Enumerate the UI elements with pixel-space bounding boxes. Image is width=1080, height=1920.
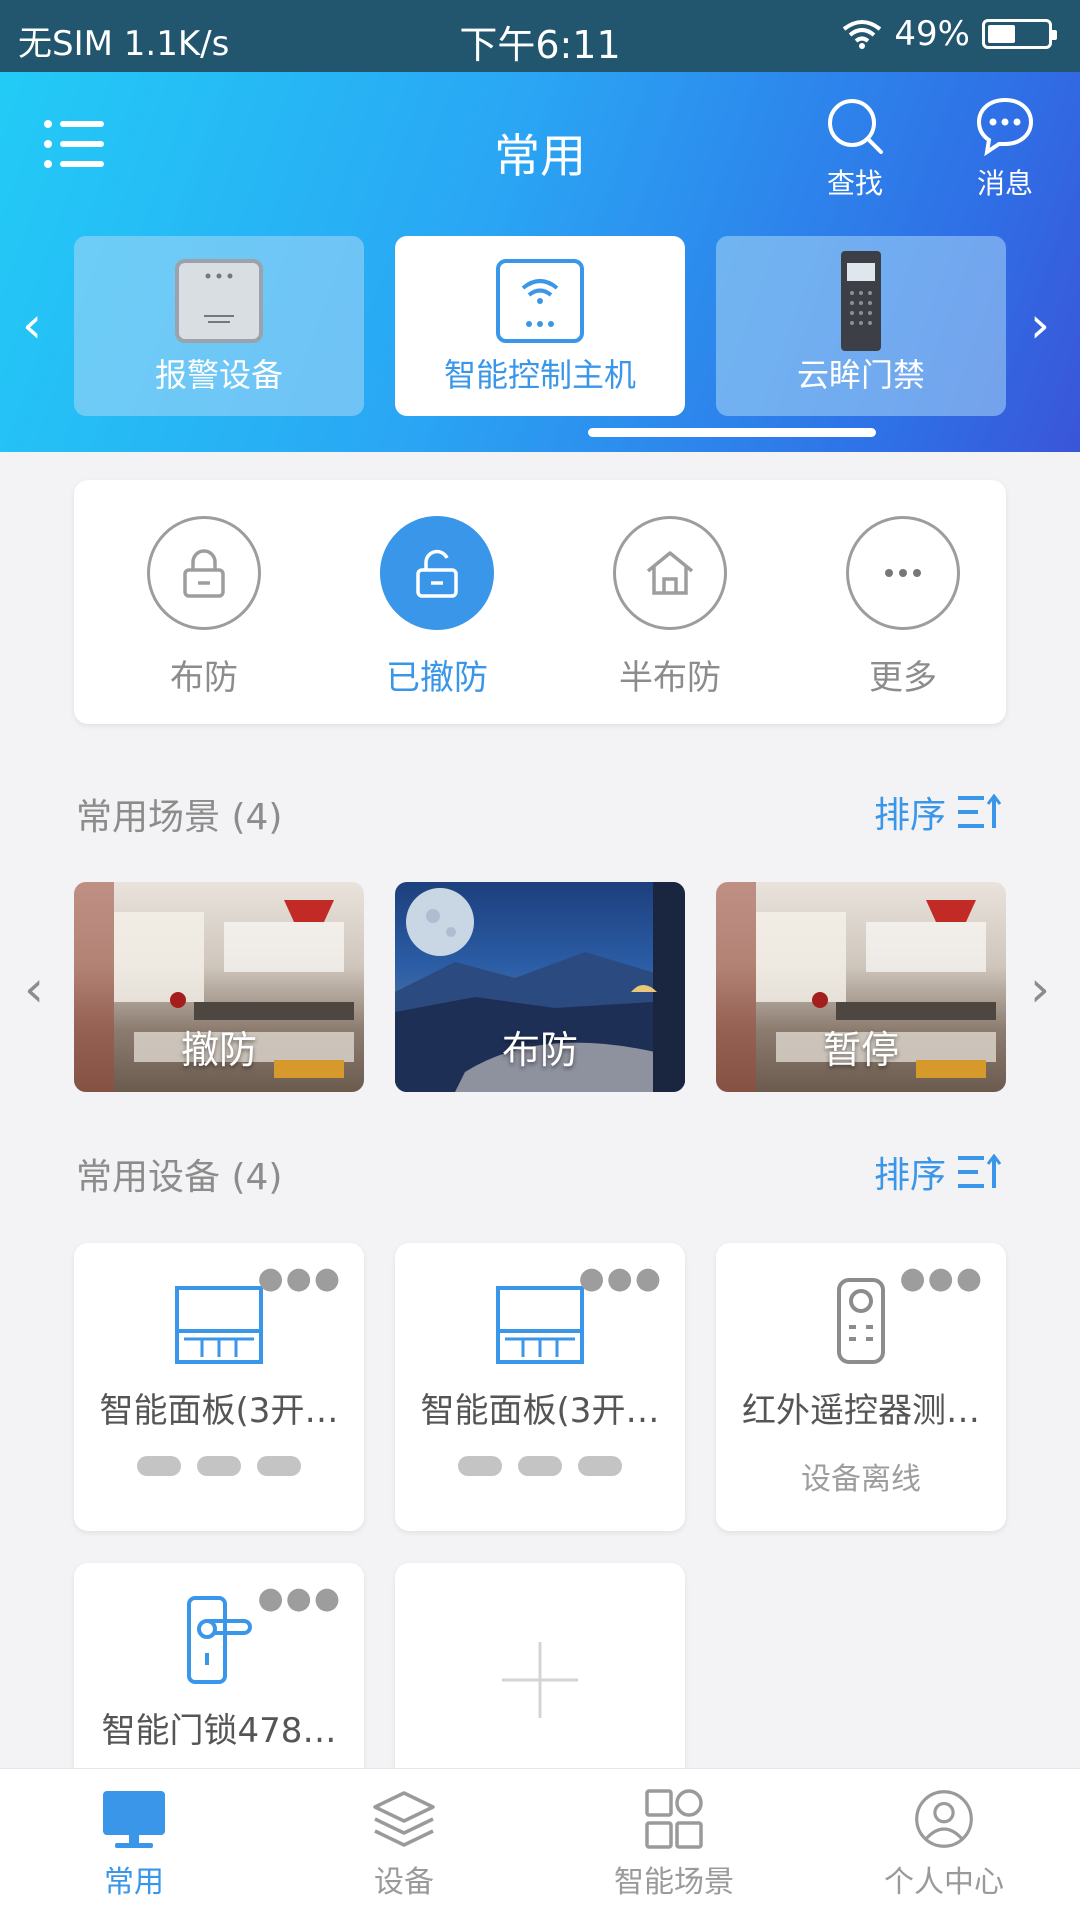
device-type-carousel: ‹ 报警设备 智能控制主机 云眸门禁 › [0,236,1080,421]
scenes-section-title: 常用场景 (4) [76,797,283,838]
devices-sort-button[interactable]: 排序 [874,1146,1002,1198]
tab-label: 智能场景 [614,1865,734,1900]
bottom-navigation: 常用 设备 智能场景 个人中心 [0,1768,1080,1920]
device-card[interactable]: ●●● 智能面板(3开… [395,1243,685,1531]
scene-label: 布防 [501,1028,578,1072]
mode-label: 布防 [170,658,238,698]
mode-more[interactable]: 更多 [828,516,978,699]
sort-icon [958,794,1002,828]
sort-label: 排序 [873,795,946,836]
mode-label: 更多 [869,658,937,698]
arming-mode-panel: 布防 已撤防 半布防 更多 [74,480,1006,724]
device-name: 智能面板(3开… [420,1391,660,1431]
lock-icon [183,549,225,598]
scene-card-pause[interactable]: 暂停 [716,882,1006,1092]
carousel-item-label: 报警设备 [154,356,283,394]
alarm-panel-icon [175,259,263,343]
chevron-left-icon[interactable]: ‹ [22,296,42,354]
tab-smart-scenes[interactable]: 智能场景 [594,1789,754,1901]
tab-label: 设备 [374,1865,434,1900]
sort-label: 排序 [873,1155,946,1196]
plus-icon [502,1642,578,1718]
mode-half-arm[interactable]: 半布防 [595,516,745,699]
scene-card-arm[interactable]: 布防 [395,882,685,1092]
more-icon[interactable]: ●●● [257,1261,342,1296]
device-name: 智能门锁478… [101,1711,337,1751]
carousel-item-alarm[interactable]: 报警设备 [74,236,364,416]
tab-profile[interactable]: 个人中心 [864,1789,1024,1901]
smart-panel-icon [175,1286,263,1364]
chevron-left-icon[interactable]: ‹ [24,960,44,1018]
tab-label: 常用 [104,1865,164,1900]
user-icon [915,1790,973,1848]
device-card[interactable]: ●●● 智能门锁478… [74,1563,364,1773]
tab-common[interactable]: 常用 [54,1789,214,1901]
chevron-right-icon[interactable]: › [1030,296,1050,354]
switch-indicators [74,1456,364,1476]
carousel-scroll-indicator [588,428,876,437]
add-device-card[interactable] [395,1563,685,1773]
scene-label: 撤防 [180,1028,257,1072]
device-card[interactable]: ●●● 红外遥控器测… 设备离线 [716,1243,1006,1531]
wifi-icon [843,20,882,49]
scene-card-disarm[interactable]: 撤防 [74,882,364,1092]
more-icon[interactable]: ●●● [257,1581,342,1616]
device-name: 智能面板(3开… [99,1391,339,1431]
carousel-item-control-host[interactable]: 智能控制主机 [395,236,685,416]
more-icon[interactable]: ●●● [899,1261,984,1296]
battery-icon [982,19,1057,49]
carousel-item-label: 智能控制主机 [443,356,636,394]
more-icon [885,569,921,577]
search-button[interactable]: 查找 [810,96,900,202]
devices-section-title: 常用设备 (4) [76,1157,283,1198]
layers-icon [373,1791,435,1847]
message-icon [976,97,1034,156]
unlock-icon [416,549,458,598]
chevron-right-icon[interactable]: › [1030,960,1050,1018]
monitor-icon [103,1791,165,1848]
battery-percent: 49% [894,14,970,54]
switch-indicators [395,1456,685,1476]
messages-button[interactable]: 消息 [960,96,1050,202]
status-bar: 无SIM 1.1K/s 下午6:11 49% [0,0,1080,72]
search-icon [828,99,883,154]
device-name: 红外遥控器测… [742,1391,980,1431]
carousel-item-door-access[interactable]: 云眸门禁 [716,236,1006,416]
more-icon[interactable]: ●●● [578,1261,663,1296]
messages-label: 消息 [976,167,1033,200]
control-host-icon [496,259,584,343]
tab-devices[interactable]: 设备 [324,1789,484,1901]
smart-panel-icon [496,1286,584,1364]
search-label: 查找 [826,167,883,200]
app-header: 常用 查找 消息 [0,72,1080,222]
mode-label: 已撤防 [386,658,488,698]
mode-arm[interactable]: 布防 [129,516,279,699]
remote-control-icon [837,1278,885,1364]
tab-label: 个人中心 [884,1865,1004,1900]
scene-label: 暂停 [822,1028,899,1072]
home-icon [646,551,694,595]
sort-icon [958,1154,1002,1188]
door-access-icon [841,251,881,351]
carousel-item-label: 云眸门禁 [796,356,925,394]
device-status: 设备离线 [801,1462,921,1497]
mode-disarmed[interactable]: 已撤防 [362,516,512,699]
page-title: 常用 [494,129,586,183]
scenes-sort-button[interactable]: 排序 [874,786,1002,838]
door-lock-icon [187,1596,252,1684]
grid-icon [645,1789,703,1849]
device-card[interactable]: ●●● 智能面板(3开… [74,1243,364,1531]
mode-label: 半布防 [619,658,721,698]
